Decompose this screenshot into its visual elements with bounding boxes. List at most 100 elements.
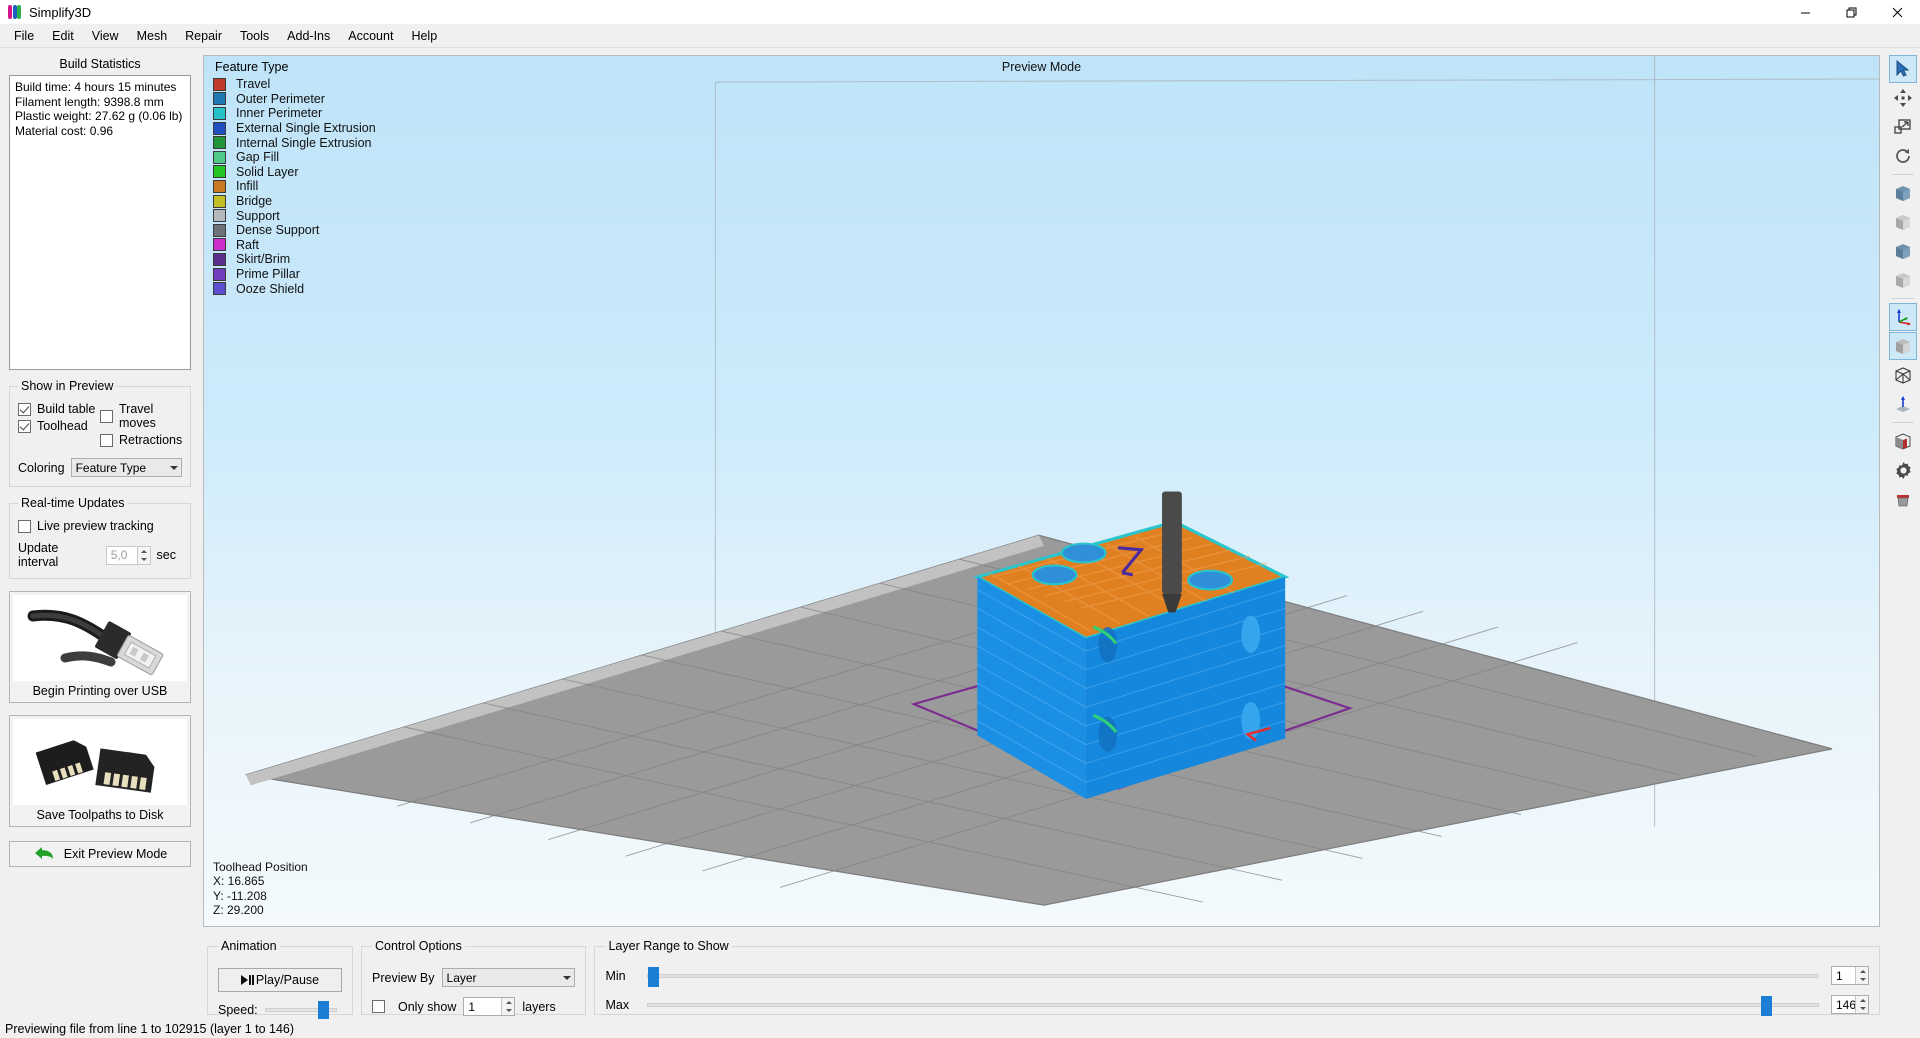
status-bar: Previewing file from line 1 to 102915 (l…: [0, 1019, 1920, 1038]
min-layer-slider[interactable]: [647, 966, 1819, 987]
settings-gear-icon[interactable]: [1889, 456, 1917, 484]
wireframe-icon[interactable]: [1889, 361, 1917, 389]
usb-button-caption: Begin Printing over USB: [32, 684, 168, 698]
live-preview-label: Live preview tracking: [37, 519, 154, 533]
legend-color-swatch: [213, 136, 226, 150]
legend-item-label: Internal Single Extrusion: [236, 135, 372, 150]
sd-card-photo-icon: [13, 719, 187, 805]
move-tool-icon[interactable]: [1889, 84, 1917, 112]
retractions-checkbox-icon[interactable]: [100, 433, 113, 447]
min-layer-stepper[interactable]: 1: [1831, 966, 1869, 985]
minimize-button[interactable]: [1782, 0, 1828, 24]
only-show-layers-stepper[interactable]: 1: [463, 997, 516, 1016]
menu-edit[interactable]: Edit: [43, 26, 83, 46]
legend-color-swatch: [213, 150, 226, 164]
min-value: 1: [1836, 968, 1843, 983]
stepper-arrows-icon[interactable]: [1855, 967, 1868, 984]
stepper-arrows-icon[interactable]: [136, 546, 150, 564]
window-title: Simplify3D: [29, 4, 92, 20]
max-value: 146: [1836, 997, 1857, 1012]
view-right-icon[interactable]: [1889, 266, 1917, 294]
max-layer-slider[interactable]: [647, 995, 1819, 1016]
stat-filament-length: Filament length: 9398.8 mm: [15, 94, 164, 109]
chevron-down-icon: [563, 975, 572, 980]
exit-preview-mode-button[interactable]: Exit Preview Mode: [9, 841, 191, 867]
select-tool-icon[interactable]: [1889, 55, 1917, 83]
checkbox-build-table[interactable]: Build table: [18, 402, 100, 416]
menu-help[interactable]: Help: [402, 26, 446, 46]
view-front-icon[interactable]: [1889, 179, 1917, 207]
stat-plastic-weight: Plastic weight: 27.62 g (0.06 lb): [15, 109, 183, 124]
legend-item: Bridge: [213, 194, 376, 209]
build-table-label: Build table: [37, 402, 96, 416]
play-pause-button[interactable]: Play/Pause: [218, 968, 342, 992]
control-options-legend: Control Options: [375, 939, 462, 953]
view-left-icon[interactable]: [1889, 237, 1917, 265]
max-label: Max: [605, 997, 630, 1012]
max-layer-stepper[interactable]: 146: [1831, 995, 1869, 1014]
legend-color-swatch: [213, 77, 226, 91]
menu-tools[interactable]: Tools: [231, 26, 278, 46]
exit-button-caption: Exit Preview Mode: [63, 847, 168, 861]
legend-item-label: External Single Extrusion: [236, 121, 376, 136]
menu-view[interactable]: View: [83, 26, 128, 46]
scale-tool-icon[interactable]: [1889, 113, 1917, 141]
max-slider-thumb[interactable]: [1761, 995, 1773, 1016]
update-interval-value: 5,0: [110, 548, 128, 562]
preview-by-dropdown[interactable]: Layer: [441, 968, 576, 987]
view-iso-icon[interactable]: [1889, 332, 1917, 360]
animation-group: Animation Play/Pause Speed:: [207, 939, 353, 1021]
close-button[interactable]: [1874, 0, 1920, 24]
toolhead-checkbox-icon[interactable]: [18, 419, 31, 433]
update-interval-stepper[interactable]: 5,0: [105, 545, 151, 565]
menu-account[interactable]: Account: [339, 26, 402, 46]
speed-slider-thumb[interactable]: [317, 1001, 329, 1021]
checkbox-live-preview-tracking[interactable]: Live preview tracking: [18, 519, 182, 533]
save-toolpaths-to-disk-button[interactable]: Save Toolpaths to Disk: [9, 715, 191, 827]
legend-item-label: Raft: [236, 237, 259, 252]
coloring-dropdown[interactable]: Feature Type: [70, 458, 182, 477]
legend-item-label: Bridge: [236, 194, 273, 209]
begin-printing-over-usb-button[interactable]: Begin Printing over USB: [9, 591, 191, 703]
3d-viewport[interactable]: Preview Mode Feature Type Travel Outer P…: [203, 55, 1880, 927]
legend-title: Feature Type: [215, 60, 289, 74]
legend-color-swatch: [213, 267, 226, 281]
axes-origin-icon[interactable]: [1889, 303, 1917, 331]
normal-axis-icon[interactable]: [1889, 390, 1917, 418]
min-slider-thumb[interactable]: [648, 966, 660, 987]
min-label: Min: [605, 968, 626, 983]
travel-moves-checkbox-icon[interactable]: [100, 409, 113, 423]
legend-item-label: Inner Perimeter: [236, 106, 323, 121]
menu-file[interactable]: File: [5, 26, 43, 46]
stepper-arrows-icon[interactable]: [501, 998, 515, 1015]
menu-mesh[interactable]: Mesh: [128, 26, 177, 46]
build-table-checkbox-icon[interactable]: [18, 402, 31, 416]
rotate-tool-icon[interactable]: [1889, 142, 1917, 170]
checkbox-retractions[interactable]: Retractions: [100, 433, 182, 447]
legend-item: Infill: [213, 179, 376, 194]
legend-item-label: Dense Support: [236, 223, 320, 238]
legend-item-label: Gap Fill: [236, 150, 280, 165]
legend-item: Outer Perimeter: [213, 92, 376, 107]
realtime-updates-legend: Real-time Updates: [21, 496, 125, 510]
checkbox-travel-moves[interactable]: Travel moves: [100, 402, 182, 430]
toolhead-position: Toolhead Position X: 16.865 Y: -11.208 Z…: [213, 860, 308, 918]
toolhead-z: Z: 29.200: [213, 903, 264, 918]
only-show-checkbox-icon[interactable]: [372, 1000, 385, 1013]
stepper-arrows-icon[interactable]: [1855, 996, 1868, 1013]
speed-slider[interactable]: [264, 1001, 337, 1021]
checkbox-toolhead[interactable]: Toolhead: [18, 419, 100, 433]
preview-by-label: Preview By: [372, 970, 435, 985]
delete-model-icon[interactable]: [1889, 485, 1917, 513]
legend-color-swatch: [213, 92, 226, 106]
layer-range-group: Layer Range to Show Min 1 Max 146: [594, 939, 1880, 1016]
stat-material-cost: Material cost: 0.96: [15, 123, 114, 138]
menu-addins[interactable]: Add-Ins: [278, 26, 339, 46]
live-preview-checkbox-icon[interactable]: [18, 519, 31, 533]
cross-section-icon[interactable]: [1889, 427, 1917, 455]
legend-item-label: Support: [236, 208, 280, 223]
legend-color-swatch: [213, 179, 226, 193]
menu-repair[interactable]: Repair: [176, 26, 231, 46]
view-back-icon[interactable]: [1889, 208, 1917, 236]
maximize-button[interactable]: [1828, 0, 1874, 24]
